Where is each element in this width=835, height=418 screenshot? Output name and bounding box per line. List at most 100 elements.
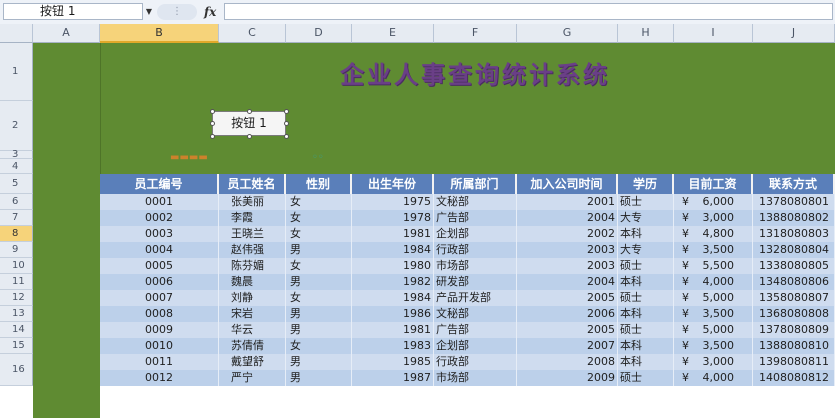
column-header-i[interactable]: I <box>674 24 753 43</box>
row-header-14[interactable]: 14 <box>0 322 33 338</box>
table-cell[interactable]: 0005 <box>100 258 219 274</box>
table-cell[interactable]: 2007 <box>517 338 618 354</box>
table-cell[interactable]: 1986 <box>352 306 434 322</box>
resize-handle[interactable] <box>209 133 215 139</box>
insert-function-icon[interactable]: fx <box>204 4 222 20</box>
table-cell[interactable]: 1358080807 <box>753 290 835 306</box>
table-cell[interactable]: 0002 <box>100 210 219 226</box>
table-cell[interactable]: 戴望舒 <box>219 354 286 370</box>
table-cell[interactable]: 1975 <box>352 194 434 210</box>
table-cell[interactable]: 女 <box>286 258 352 274</box>
table-cell[interactable]: 本科 <box>618 274 674 290</box>
formula-input[interactable] <box>224 3 833 20</box>
row-header-8[interactable]: 8 <box>0 226 33 242</box>
table-cell[interactable]: ¥3,500 <box>674 306 753 322</box>
resize-handle[interactable] <box>283 121 289 126</box>
table-cell[interactable]: 2003 <box>517 258 618 274</box>
column-header-f[interactable]: F <box>434 24 517 43</box>
row-header-13[interactable]: 13 <box>0 306 33 322</box>
column-header-j[interactable]: J <box>753 24 835 43</box>
table-cell[interactable]: ¥3,000 <box>674 354 753 370</box>
table-cell[interactable]: 王晓兰 <box>219 226 286 242</box>
table-cell[interactable]: ¥4,800 <box>674 226 753 242</box>
table-cell[interactable]: 男 <box>286 274 352 290</box>
table-cell[interactable]: 行政部 <box>434 354 517 370</box>
resize-handle[interactable] <box>283 133 289 139</box>
table-cell[interactable]: 1338080805 <box>753 258 835 274</box>
row-header-9[interactable]: 9 <box>0 242 33 258</box>
select-all-corner[interactable] <box>0 24 33 43</box>
table-cell[interactable]: 刘静 <box>219 290 286 306</box>
table-cell[interactable]: 男 <box>286 242 352 258</box>
table-cell[interactable]: 本科 <box>618 338 674 354</box>
table-cell[interactable]: 1980 <box>352 258 434 274</box>
table-cell[interactable]: 2003 <box>517 242 618 258</box>
table-cell[interactable]: 0007 <box>100 290 219 306</box>
table-cell[interactable]: 1984 <box>352 290 434 306</box>
table-cell[interactable]: 本科 <box>618 226 674 242</box>
table-cell[interactable]: 0012 <box>100 370 219 386</box>
table-cell[interactable]: 硕士 <box>618 290 674 306</box>
table-cell[interactable]: 赵伟强 <box>219 242 286 258</box>
row-header-7[interactable]: 7 <box>0 210 33 226</box>
column-header-a[interactable]: A <box>33 24 100 43</box>
table-cell[interactable]: 企划部 <box>434 226 517 242</box>
table-cell[interactable]: 1378080809 <box>753 322 835 338</box>
table-cell[interactable]: 陈芬媚 <box>219 258 286 274</box>
table-cell[interactable]: ¥3,500 <box>674 242 753 258</box>
table-cell[interactable]: 1378080801 <box>753 194 835 210</box>
table-cell[interactable]: ¥4,000 <box>674 274 753 290</box>
table-cell[interactable]: 1981 <box>352 322 434 338</box>
table-cell[interactable]: 本科 <box>618 306 674 322</box>
row-header-2[interactable]: 2 <box>0 101 33 151</box>
row-header-5[interactable]: 5 <box>0 174 33 194</box>
row-header-15[interactable]: 15 <box>0 338 33 354</box>
table-cell[interactable]: 0004 <box>100 242 219 258</box>
table-cell[interactable]: 行政部 <box>434 242 517 258</box>
resize-handle[interactable] <box>246 133 252 139</box>
table-cell[interactable]: 0006 <box>100 274 219 290</box>
table-cell[interactable]: 0009 <box>100 322 219 338</box>
table-cell[interactable]: 0008 <box>100 306 219 322</box>
table-cell[interactable]: 广告部 <box>434 210 517 226</box>
table-cell[interactable]: 1983 <box>352 338 434 354</box>
table-cell[interactable]: 本科 <box>618 354 674 370</box>
table-cell[interactable]: 李霞 <box>219 210 286 226</box>
table-cell[interactable]: 苏倩倩 <box>219 338 286 354</box>
column-header-g[interactable]: G <box>517 24 618 43</box>
row-header-11[interactable]: 11 <box>0 274 33 290</box>
column-header-d[interactable]: D <box>286 24 352 43</box>
table-cell[interactable]: 硕士 <box>618 258 674 274</box>
table-cell[interactable]: 市场部 <box>434 370 517 386</box>
row-header-4[interactable]: 4 <box>0 159 33 174</box>
table-cell[interactable]: 0001 <box>100 194 219 210</box>
table-cell[interactable]: 1984 <box>352 242 434 258</box>
table-cell[interactable]: 2004 <box>517 274 618 290</box>
table-cell[interactable]: 1318080803 <box>753 226 835 242</box>
resize-handle[interactable] <box>209 121 215 126</box>
table-cell[interactable]: 1328080804 <box>753 242 835 258</box>
resize-handle[interactable] <box>209 108 215 114</box>
table-cell[interactable]: 0003 <box>100 226 219 242</box>
name-box[interactable]: 按钮 1 <box>3 3 143 20</box>
table-cell[interactable]: 文秘部 <box>434 194 517 210</box>
table-cell[interactable]: 硕士 <box>618 194 674 210</box>
table-cell[interactable]: 女 <box>286 210 352 226</box>
table-cell[interactable]: 2002 <box>517 226 618 242</box>
column-header-h[interactable]: H <box>618 24 674 43</box>
resize-handle[interactable] <box>246 108 252 114</box>
table-cell[interactable]: 1388080802 <box>753 210 835 226</box>
table-cell[interactable]: 大专 <box>618 210 674 226</box>
table-cell[interactable]: ¥3,500 <box>674 338 753 354</box>
table-cell[interactable]: ¥4,000 <box>674 370 753 386</box>
table-cell[interactable]: 1368080808 <box>753 306 835 322</box>
formula-bar-resize-handle[interactable]: ⋮ <box>157 4 197 20</box>
row-header-16[interactable]: 16 <box>0 354 33 386</box>
column-header-b[interactable]: B <box>100 24 219 43</box>
table-cell[interactable]: ¥5,500 <box>674 258 753 274</box>
table-cell[interactable]: 张美丽 <box>219 194 286 210</box>
table-cell[interactable]: 文秘部 <box>434 306 517 322</box>
table-cell[interactable]: 1982 <box>352 274 434 290</box>
table-cell[interactable]: 2004 <box>517 210 618 226</box>
table-cell[interactable]: 魏晨 <box>219 274 286 290</box>
